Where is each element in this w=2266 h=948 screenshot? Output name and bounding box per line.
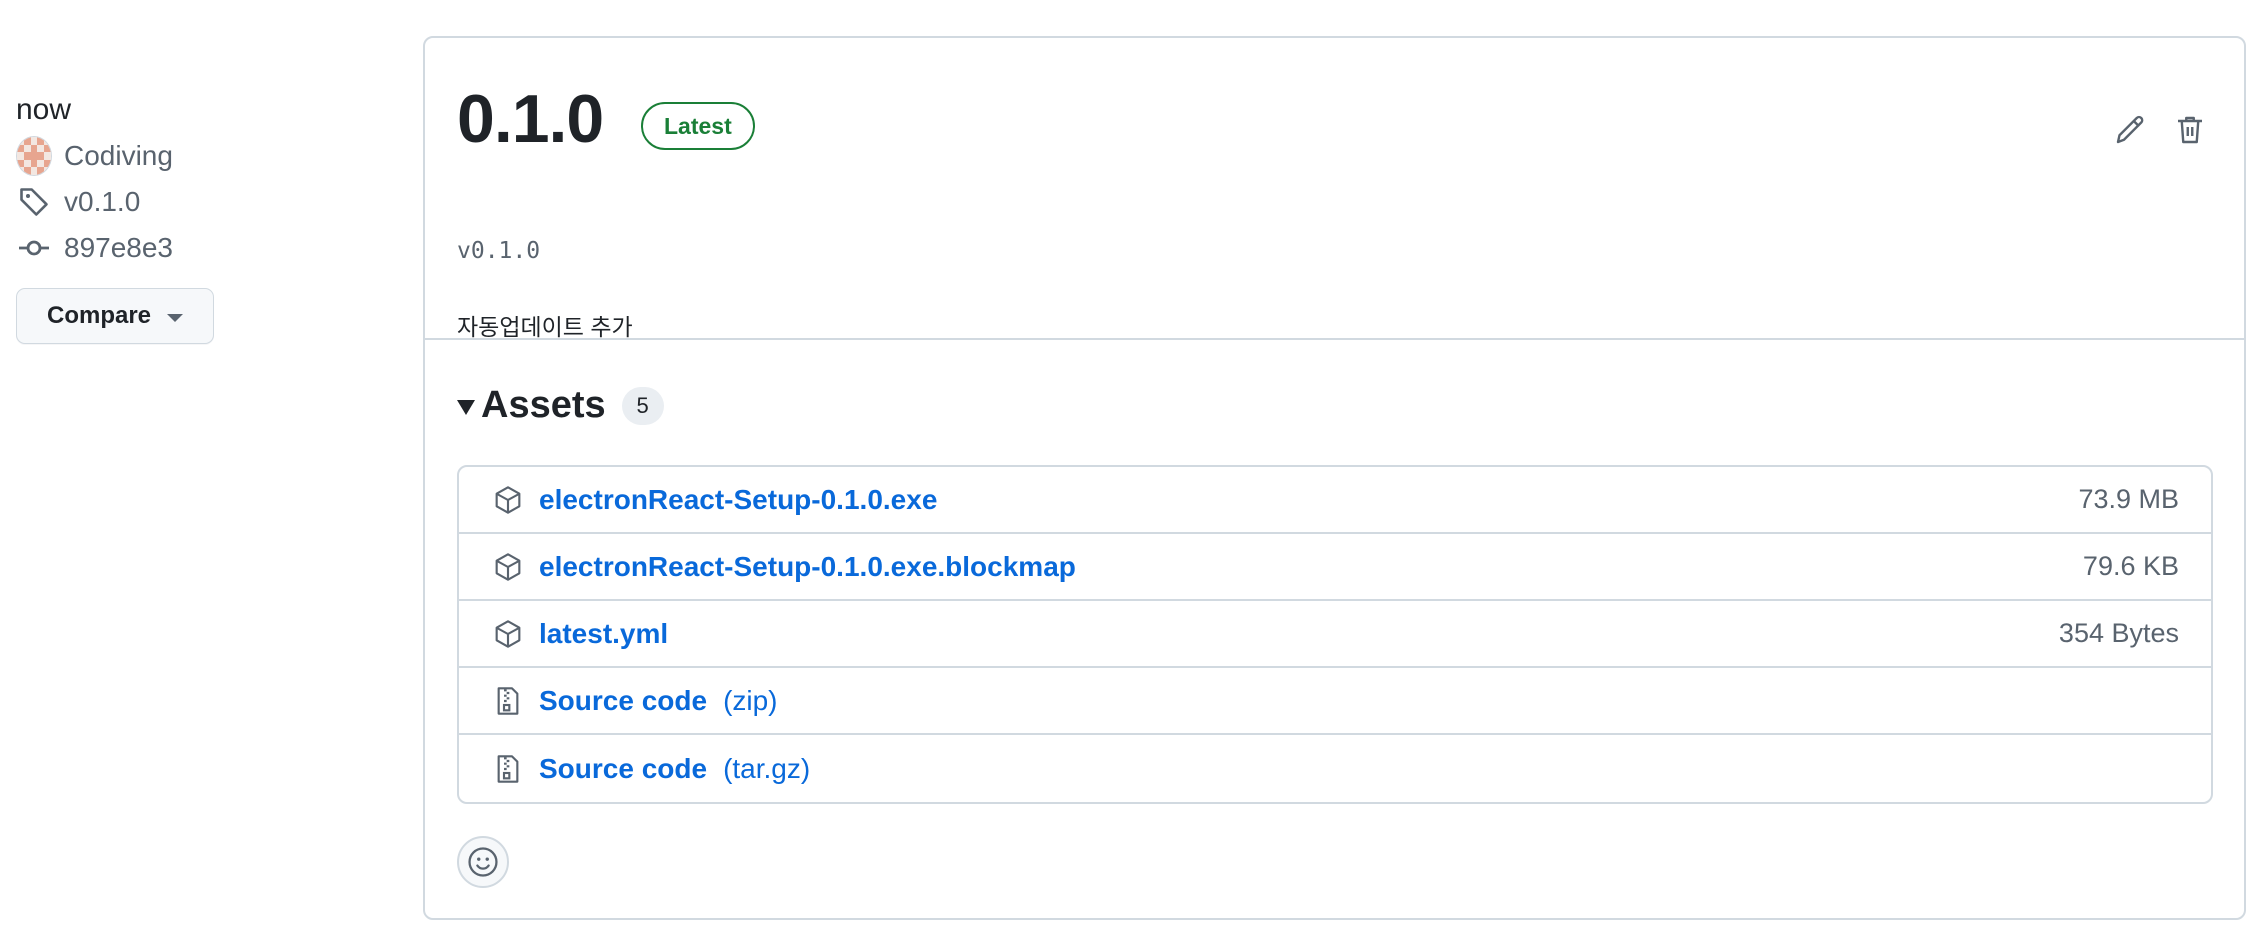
asset-format[interactable]: (zip) <box>723 685 777 717</box>
assets-count-badge: 5 <box>621 386 664 425</box>
release-date: now <box>16 93 72 126</box>
assets-toggle[interactable]: Assets 5 <box>457 384 664 427</box>
smiley-icon <box>468 847 498 877</box>
asset-link[interactable]: electronReact-Setup-0.1.0.exe.blockmap <box>539 551 1076 583</box>
release-notes: 자동업데이트 추가 <box>457 314 633 340</box>
commit-icon <box>16 230 52 266</box>
release-header: 0.1.0 Latest v0.1.0 자동업데이트 추가 <box>425 38 2244 340</box>
tag-icon <box>16 184 52 220</box>
asset-link[interactable]: latest.yml <box>539 618 668 650</box>
file-zip-icon <box>491 684 525 718</box>
compare-button[interactable]: Compare <box>16 288 214 344</box>
author-name[interactable]: Codiving <box>64 140 173 172</box>
asset-row: Source code (tar.gz) <box>459 735 2211 802</box>
assets-title: Assets <box>481 384 606 426</box>
asset-link[interactable]: electronReact-Setup-0.1.0.exe <box>539 484 937 516</box>
asset-link[interactable]: Source code <box>539 753 707 785</box>
tag-link[interactable]: v0.1.0 <box>64 186 140 218</box>
asset-row: Source code (zip) <box>459 668 2211 735</box>
pencil-icon[interactable] <box>2112 112 2148 148</box>
commit-link[interactable]: 897e8e3 <box>64 232 173 264</box>
add-reaction-button[interactable] <box>457 836 509 888</box>
tag-row[interactable]: v0.1.0 <box>16 180 396 224</box>
commit-row[interactable]: 897e8e3 <box>16 226 396 270</box>
package-icon <box>491 617 525 651</box>
asset-row: electronReact-Setup-0.1.0.exe 73.9 MB <box>459 467 2211 534</box>
release-meta: now Codiving v0.1.0 897e8e3 Compare <box>16 88 396 344</box>
author-row[interactable]: Codiving <box>16 134 396 178</box>
file-zip-icon <box>491 752 525 786</box>
asset-row: latest.yml 354 Bytes <box>459 601 2211 668</box>
asset-row: electronReact-Setup-0.1.0.exe.blockmap 7… <box>459 534 2211 601</box>
release-card: 0.1.0 Latest v0.1.0 자동업데이트 추가 Assets 5 e… <box>423 36 2246 920</box>
assets-list: electronReact-Setup-0.1.0.exe 73.9 MB el… <box>457 465 2213 804</box>
package-icon <box>491 483 525 517</box>
avatar[interactable] <box>16 136 52 176</box>
chevron-down-icon <box>167 314 184 322</box>
asset-size: 73.9 MB <box>2078 484 2179 514</box>
release-title[interactable]: 0.1.0 <box>457 80 604 158</box>
package-icon <box>491 550 525 584</box>
release-tag-name: v0.1.0 <box>457 238 541 264</box>
compare-label: Compare <box>46 302 152 329</box>
trash-icon[interactable] <box>2172 112 2208 148</box>
triangle-down-icon <box>457 400 475 415</box>
avatar-image <box>16 136 52 176</box>
asset-link[interactable]: Source code <box>539 685 707 717</box>
asset-format[interactable]: (tar.gz) <box>723 753 810 785</box>
latest-badge: Latest <box>641 102 755 150</box>
asset-size: 79.6 KB <box>2082 551 2179 581</box>
asset-size: 354 Bytes <box>2058 618 2179 648</box>
